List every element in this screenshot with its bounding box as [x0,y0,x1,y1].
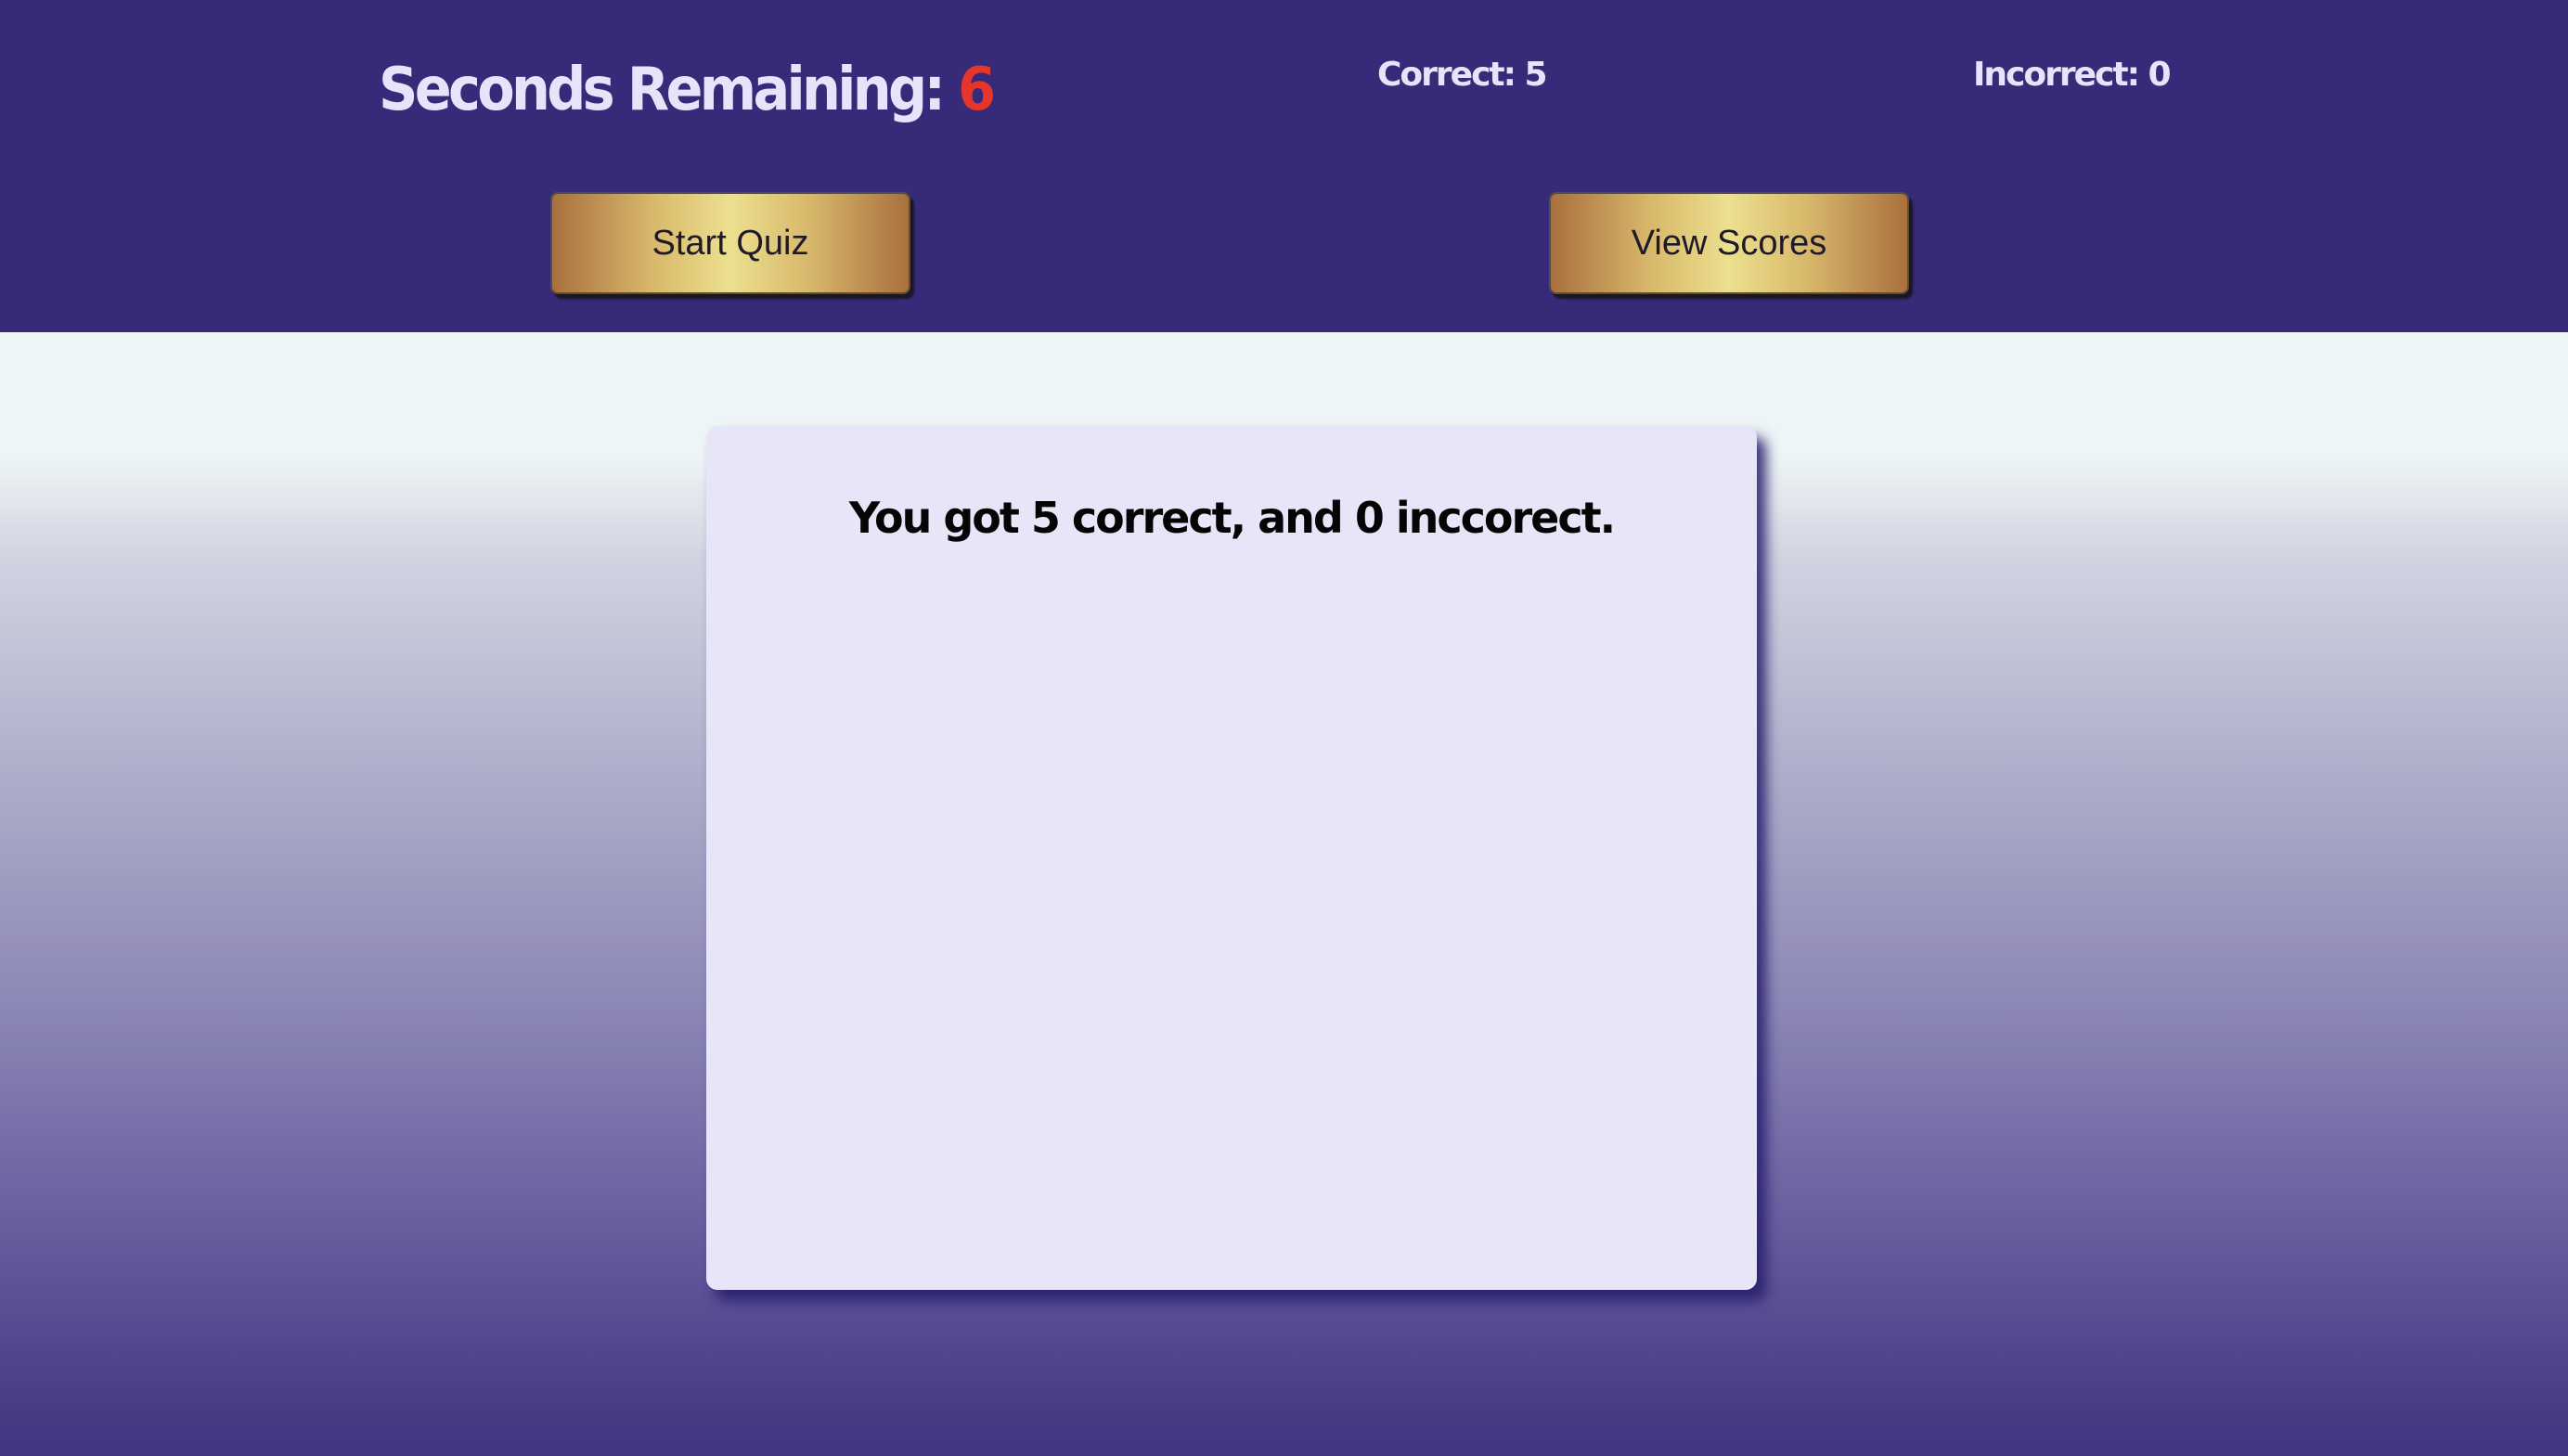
result-card: You got 5 correct, and 0 inccorect. [706,426,1757,1290]
result-message: You got 5 correct, and 0 inccorect. [848,493,1616,543]
view-scores-button[interactable]: View Scores [1549,192,1909,294]
incorrect-count: Incorrect: 0 [1973,56,2172,94]
start-quiz-button[interactable]: Start Quiz [550,192,910,294]
timer-seconds-value: 6 [958,56,996,124]
header-bar: Seconds Remaining: 6 Correct: 5 Incorrec… [0,0,2568,332]
correct-count: Correct: 5 [1377,56,1548,94]
timer-display: Seconds Remaining: 6 [379,56,996,124]
timer-label: Seconds Remaining: [379,56,959,124]
